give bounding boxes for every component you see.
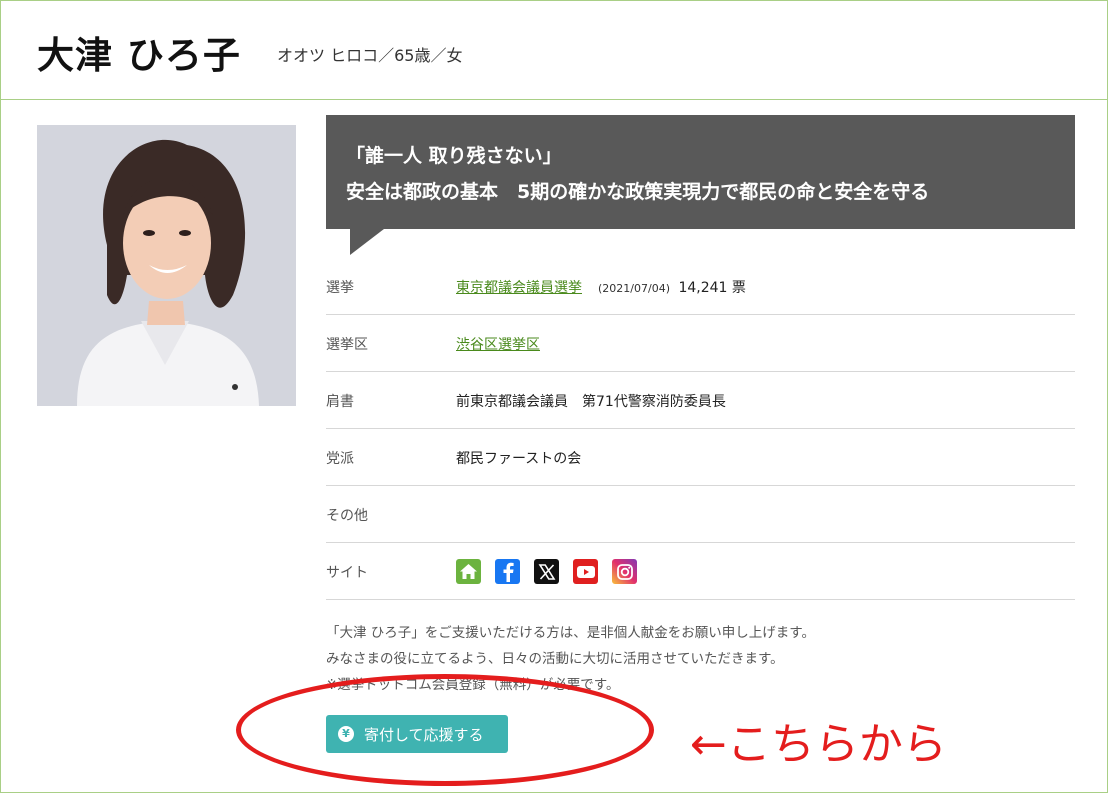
candidate-info-table: 選挙 東京都議会議員選挙 (2021/07/04) 14,241 票 選挙区 渋谷…: [326, 258, 1075, 600]
info-row-party: 党派 都民ファーストの会: [326, 429, 1075, 486]
title-value: 前東京都議会議員 第71代警察消防委員長: [456, 394, 726, 410]
slogan-line-1: 「誰一人 取り残さない」: [346, 145, 562, 167]
title-label: 肩書: [326, 394, 354, 410]
election-link[interactable]: 東京都議会議員選挙: [456, 280, 582, 296]
donation-note-line-2: みなさまの役に立てるよう、日々の活動に大切に活用させていただきます。: [326, 651, 784, 667]
info-row-title: 肩書 前東京都議会議員 第71代警察消防委員長: [326, 372, 1075, 429]
election-label: 選挙: [326, 280, 354, 296]
site-icons: [456, 559, 637, 584]
other-label: その他: [326, 508, 368, 524]
election-votes: 14,241 票: [678, 280, 746, 296]
district-label: 選挙区: [326, 337, 368, 353]
annotation-arrow-text: ←こちらから: [690, 719, 947, 770]
youtube-icon[interactable]: [573, 559, 598, 584]
info-row-district: 選挙区 渋谷区選挙区: [326, 315, 1075, 372]
slogan-line-2: 安全は都政の基本 5期の確かな政策実現力で都民の命と安全を守る: [346, 181, 930, 203]
party-label: 党派: [326, 451, 354, 467]
district-link[interactable]: 渋谷区選挙区: [456, 337, 540, 353]
site-label: サイト: [326, 565, 368, 581]
facebook-icon[interactable]: [495, 559, 520, 584]
x-icon[interactable]: [534, 559, 559, 584]
profile-header: 大津 ひろ子 オオツ ヒロコ／65歳／女: [1, 1, 1107, 100]
election-date: (2021/07/04): [598, 282, 670, 295]
donation-note-line-1: 「大津 ひろ子」をご支援いただける方は、是非個人献金をお願い申し上げます。: [326, 625, 815, 641]
slogan-box: 「誰一人 取り残さない」 安全は都政の基本 5期の確かな政策実現力で都民の命と安…: [326, 115, 1075, 229]
district-value: 渋谷区選挙区: [456, 334, 540, 354]
slogan-speech-tail: [350, 229, 384, 255]
candidate-kana-age-gender: オオツ ヒロコ／65歳／女: [277, 46, 463, 65]
instagram-icon[interactable]: [612, 559, 637, 584]
candidate-photo: [37, 125, 296, 406]
info-row-election: 選挙 東京都議会議員選挙 (2021/07/04) 14,241 票: [326, 258, 1075, 315]
highlight-circle: [236, 674, 654, 786]
election-value: 東京都議会議員選挙 (2021/07/04) 14,241 票: [456, 277, 746, 297]
candidate-name: 大津 ひろ子: [37, 34, 241, 77]
party-value: 都民ファーストの会: [456, 451, 582, 467]
home-icon[interactable]: [456, 559, 481, 584]
info-row-site: サイト: [326, 543, 1075, 600]
info-row-other: その他: [326, 486, 1075, 543]
